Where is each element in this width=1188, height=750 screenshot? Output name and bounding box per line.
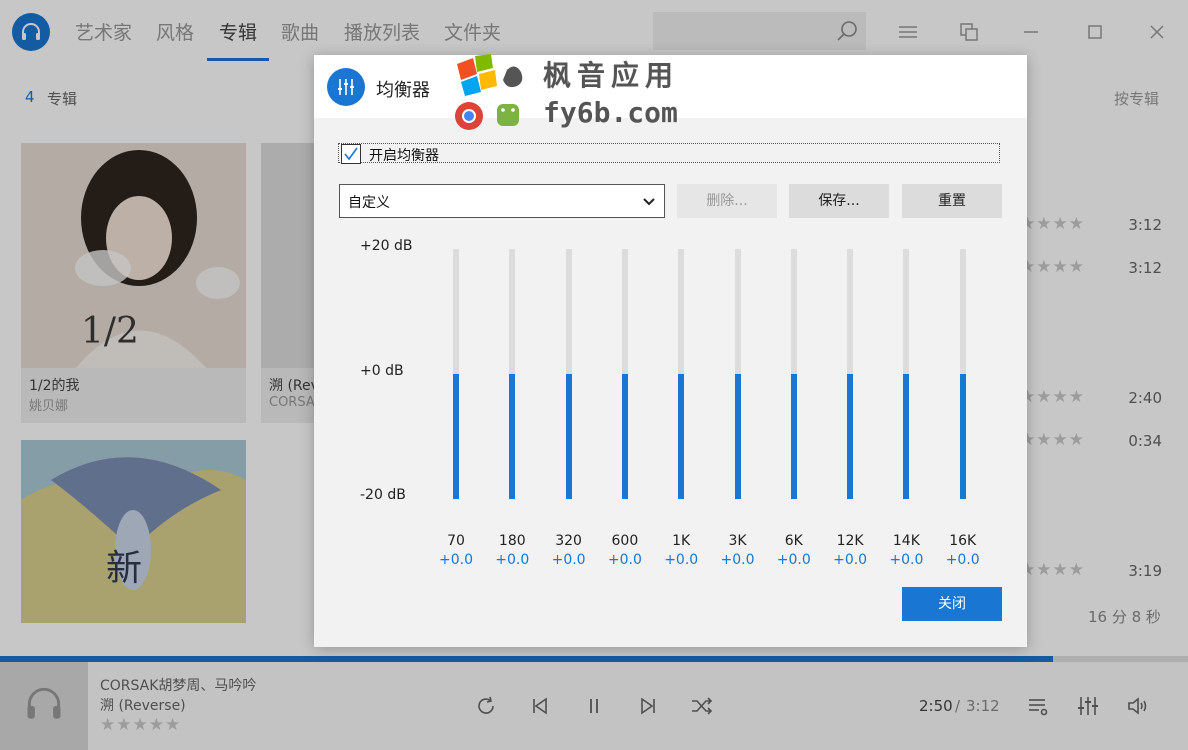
- eq-slider-fill: [903, 374, 910, 499]
- eq-band-slider[interactable]: 14K +0.0: [881, 247, 931, 568]
- enable-equalizer-checkbox[interactable]: 开启均衡器: [338, 143, 1000, 165]
- eq-band-frequency: 320: [555, 533, 582, 549]
- db-mid-label: +0 dB: [360, 363, 404, 379]
- eq-band-gain: +0.0: [833, 552, 868, 568]
- eq-band-slider[interactable]: 6K +0.0: [769, 247, 819, 568]
- eq-band-frequency: 6K: [784, 533, 803, 549]
- equalizer-logo: [327, 68, 365, 106]
- eq-slider-fill: [621, 374, 628, 499]
- eq-band-slider[interactable]: 16K +0.0: [938, 247, 988, 568]
- reset-button[interactable]: 重置: [902, 184, 1002, 218]
- eq-band-slider[interactable]: 320 +0.0: [544, 247, 594, 568]
- eq-slider-fill: [790, 374, 797, 499]
- eq-band-gain: +0.0: [720, 552, 755, 568]
- watermark-text: 枫音应用: [543, 59, 680, 92]
- eq-band-frequency: 16K: [949, 533, 977, 549]
- dialog-title: 均衡器: [376, 80, 430, 101]
- eq-slider-fill: [453, 374, 459, 499]
- checkmark-icon: [344, 147, 358, 161]
- eq-band-frequency: 70: [447, 533, 465, 549]
- eq-band-slider[interactable]: 180 +0.0: [487, 247, 537, 568]
- eq-slider-fill: [734, 374, 741, 499]
- eq-band-frequency: 14K: [892, 533, 920, 549]
- preset-dropdown[interactable]: 自定义: [339, 184, 665, 218]
- db-min-label: -20 dB: [360, 487, 406, 503]
- equalizer-dialog: 均衡器 开启均衡器 自定义 删除... 保存... 重置 +20 dB +0 d…: [314, 55, 1027, 647]
- eq-band-frequency: 12K: [836, 533, 864, 549]
- eq-band-gain: +0.0: [664, 552, 699, 568]
- eq-band-frequency: 3K: [728, 533, 747, 549]
- watermark: 枫音应用 fy6b.com: [455, 54, 705, 136]
- eq-slider-fill: [847, 374, 854, 499]
- eq-band-frequency: 1K: [672, 533, 691, 549]
- eq-band-slider[interactable]: 1K +0.0: [656, 247, 706, 568]
- eq-band-gain: +0.0: [889, 552, 924, 568]
- db-max-label: +20 dB: [360, 238, 413, 254]
- close-button[interactable]: 关闭: [902, 587, 1002, 621]
- eq-band-gain: +0.0: [607, 552, 642, 568]
- eq-slider-fill: [565, 374, 572, 499]
- eq-band-slider[interactable]: 600 +0.0: [600, 247, 650, 568]
- eq-band-gain: +0.0: [439, 552, 473, 568]
- eq-band-slider[interactable]: 12K +0.0: [825, 247, 875, 568]
- enable-equalizer-label[interactable]: 开启均衡器: [369, 145, 439, 165]
- delete-preset-button[interactable]: 删除...: [677, 184, 777, 218]
- eq-slider-fill: [509, 374, 516, 499]
- chevron-down-icon: [643, 198, 655, 206]
- watermark-logo: [455, 54, 523, 130]
- watermark-url: fy6b.com: [543, 96, 678, 129]
- eq-band-frequency: 600: [611, 533, 639, 549]
- eq-slider-fill: [678, 374, 685, 499]
- checkbox-box[interactable]: [341, 144, 361, 164]
- eq-band-slider[interactable]: 3K +0.0: [713, 247, 763, 568]
- eq-band-gain: +0.0: [776, 552, 811, 568]
- eq-band-gain: +0.0: [551, 552, 586, 568]
- equalizer-icon: [338, 79, 354, 95]
- save-preset-button[interactable]: 保存...: [789, 184, 889, 218]
- preset-value: 自定义: [348, 195, 390, 211]
- eq-band-frequency: 180: [498, 533, 526, 549]
- eq-band-gain: +0.0: [945, 552, 980, 568]
- eq-band-gain: +0.0: [495, 552, 530, 568]
- eq-band-slider[interactable]: 70 +0.0: [431, 247, 481, 568]
- eq-slider-fill: [959, 374, 966, 499]
